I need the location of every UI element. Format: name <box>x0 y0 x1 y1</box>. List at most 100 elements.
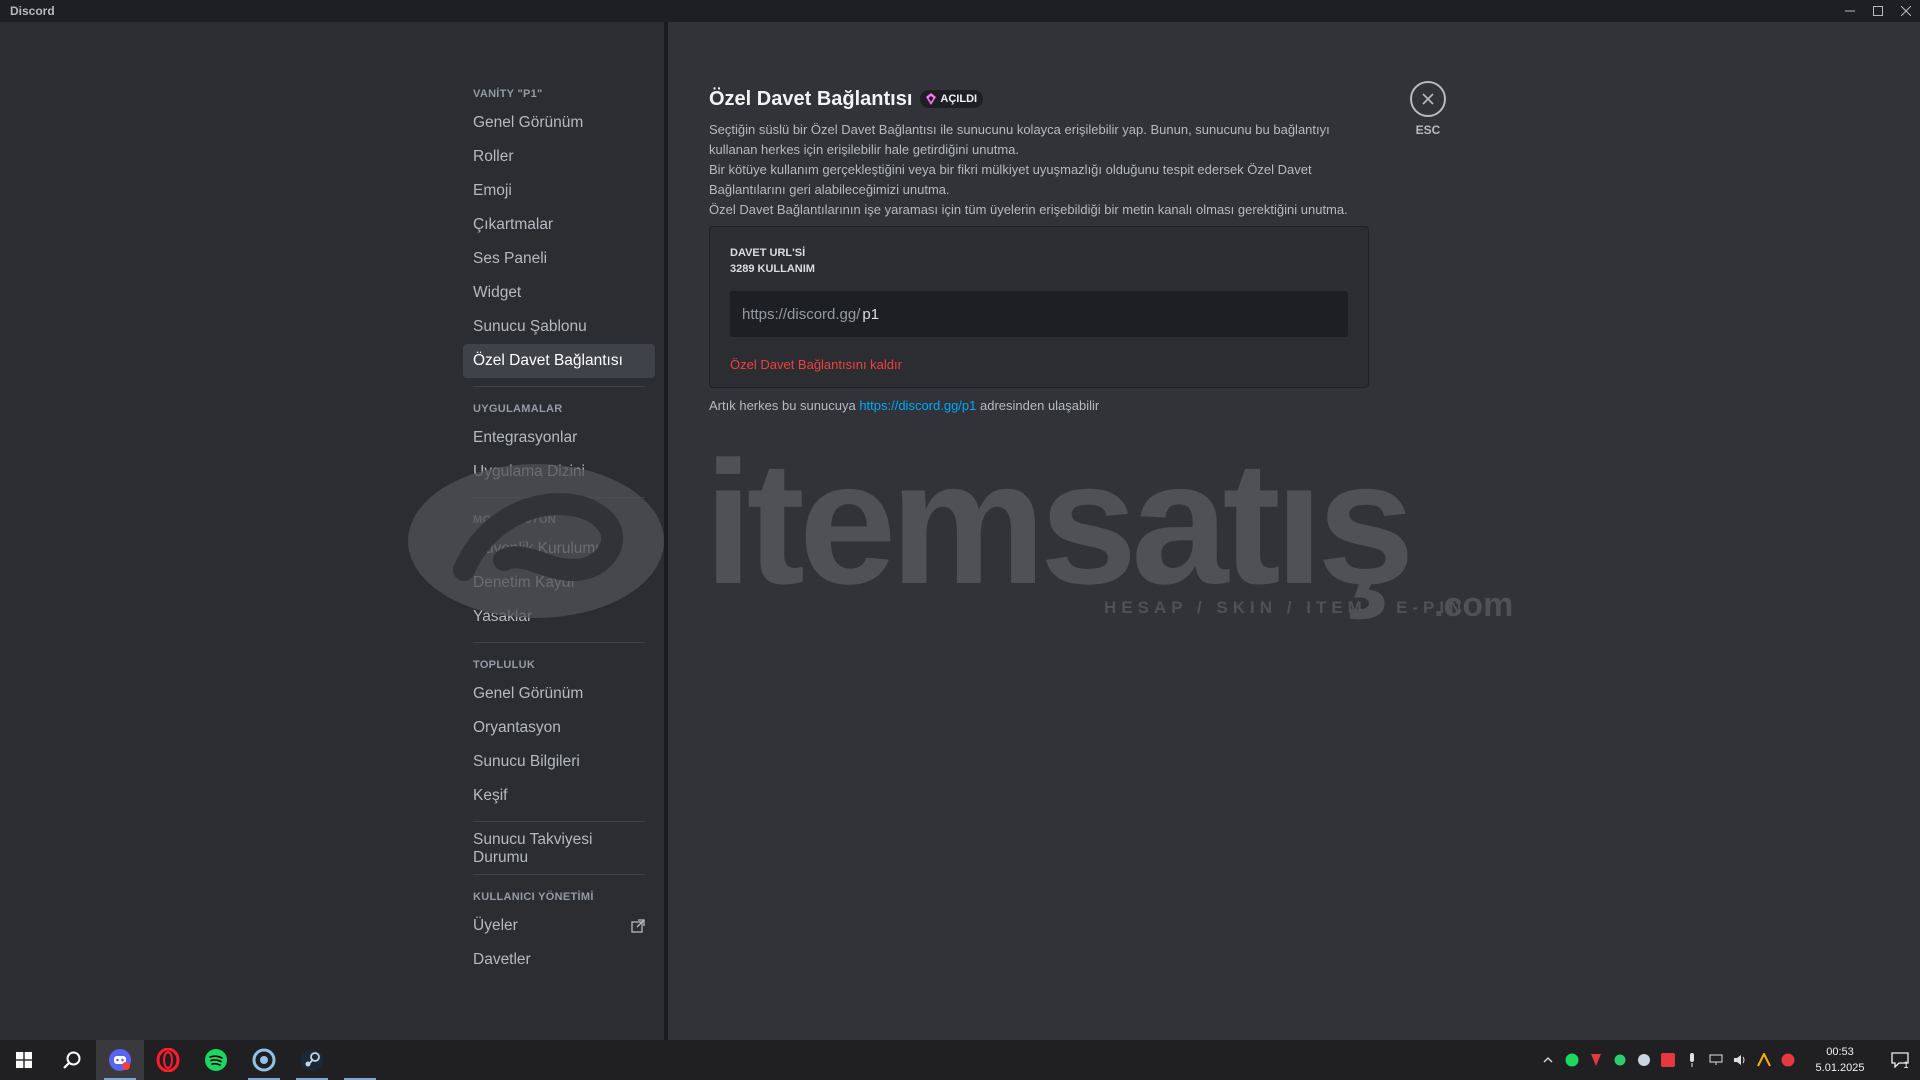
sidebar-divider <box>473 497 645 498</box>
tray-steam[interactable] <box>1632 1040 1656 1080</box>
sidebar-item-label: Keşif <box>473 787 508 804</box>
discord-icon <box>109 1049 131 1071</box>
close-window-button[interactable] <box>1892 0 1920 22</box>
tray-volume[interactable] <box>1728 1040 1752 1080</box>
volume-icon <box>1734 1055 1745 1065</box>
boost-gem-icon <box>926 93 937 105</box>
taskbar: 00:53 5.01.2025 1 <box>0 1040 1920 1080</box>
sidebar-item-roles[interactable]: Roller <box>463 140 655 174</box>
url-prefix: https://discord.gg/ <box>742 305 861 323</box>
sidebar-header-community: TOPLULUK <box>473 659 536 671</box>
sidebar-header-user-management: KULLANICI YÖNETİMİ <box>473 891 594 903</box>
description-line: Bir kötüye kullanım gerçekleştiğini veya… <box>709 162 1312 197</box>
sidebar-item-label: Çıkartmalar <box>473 216 554 233</box>
sidebar-item-label: Sunucu Takviyesi Durumu <box>473 831 593 866</box>
sidebar-item-soundboard[interactable]: Ses Paneli <box>463 242 655 276</box>
sidebar-item-label: Güvenlik Kurulumu <box>473 540 604 557</box>
system-tray: 00:53 5.01.2025 1 <box>1536 1040 1920 1080</box>
clock-time: 00:53 <box>1826 1046 1854 1058</box>
sidebar-item-audit-log[interactable]: Denetim Kaydı <box>463 566 655 600</box>
description-line: Özel Davet Bağlantılarının işe yaraması … <box>709 202 1348 217</box>
badge-label: AÇILDI <box>940 93 978 105</box>
sidebar-header-vanity: VANİTY "P1" <box>473 88 543 100</box>
sidebar-item-widget[interactable]: Widget <box>463 276 655 310</box>
sidebar-item-label: Genel Görünüm <box>473 685 584 702</box>
tray-app-green[interactable] <box>1608 1040 1632 1080</box>
sidebar-item-discovery[interactable]: Keşif <box>463 779 655 813</box>
shield-icon <box>1591 1054 1601 1066</box>
spotify-icon <box>205 1049 227 1071</box>
close-settings-button[interactable] <box>1410 81 1446 117</box>
clock-date: 5.01.2025 <box>1815 1062 1865 1074</box>
footnote-after: adresinden ulaşabilir <box>976 398 1100 413</box>
sidebar-item-overview[interactable]: Genel Görünüm <box>463 106 655 140</box>
vanity-url-link[interactable]: https://discord.gg/p1 <box>859 398 976 413</box>
sidebar-item-label: Üyeler <box>473 917 518 934</box>
close-settings[interactable]: ESC <box>1408 81 1448 137</box>
vanity-url-input[interactable] <box>862 305 1263 323</box>
vanity-url-field[interactable]: https://discord.gg/ <box>730 291 1348 337</box>
notification-center-button[interactable]: 1 <box>1880 1040 1920 1080</box>
settings-content: Özel Davet Bağlantısı AÇILDI Seçtiğin sü… <box>668 22 1920 1040</box>
sidebar-item-integrations[interactable]: Entegrasyonlar <box>463 421 655 455</box>
vanity-url-footnote: Artık herkes bu sunucuya https://discord… <box>709 398 1369 413</box>
sidebar-item-stickers[interactable]: Çıkartmalar <box>463 208 655 242</box>
taskbar-spotify[interactable] <box>192 1040 240 1080</box>
taskbar-app[interactable] <box>240 1040 288 1080</box>
windows-icon <box>16 1052 32 1068</box>
taskbar-empty-slot[interactable] <box>336 1040 384 1080</box>
sidebar-item-app-directory[interactable]: Uygulama Dizini <box>463 455 655 489</box>
search-button[interactable] <box>48 1040 96 1080</box>
remove-vanity-url-link[interactable]: Özel Davet Bağlantısını kaldır <box>730 357 902 372</box>
sidebar-item-members[interactable]: Üyeler <box>463 909 655 943</box>
invite-uses-count: 3289 KULLANIM <box>730 263 815 275</box>
sidebar-item-vanity-url[interactable]: Özel Davet Bağlantısı <box>463 344 655 378</box>
sidebar-item-server-template[interactable]: Sunucu Şablonu <box>463 310 655 344</box>
sidebar-item-label: Ses Paneli <box>473 250 548 267</box>
sidebar-item-invites[interactable]: Davetler <box>463 943 655 977</box>
start-button[interactable] <box>0 1040 48 1080</box>
invite-url-card: DAVET URL'Sİ 3289 KULLANIM https://disco… <box>709 226 1369 388</box>
maximize-icon <box>1873 6 1883 16</box>
taskbar-steam[interactable] <box>288 1040 336 1080</box>
tray-network[interactable] <box>1704 1040 1728 1080</box>
search-icon <box>63 1051 81 1069</box>
sidebar-item-bans[interactable]: Yasaklar <box>463 600 655 634</box>
description-line: Seçtiğin süslü bir Özel Davet Bağlantısı… <box>709 122 1330 157</box>
sidebar-item-label: Uygulama Dizini <box>473 463 585 480</box>
window-controls <box>1836 0 1920 22</box>
app-icon <box>1781 1053 1795 1067</box>
tray-spotify[interactable] <box>1560 1040 1584 1080</box>
description: Seçtiğin süslü bir Özel Davet Bağlantısı… <box>709 120 1369 220</box>
external-link-icon <box>631 919 645 933</box>
tray-expand-button[interactable] <box>1536 1040 1560 1080</box>
clock[interactable]: 00:53 5.01.2025 <box>1800 1044 1880 1076</box>
sidebar-item-boost-status[interactable]: Sunucu Takviyesi Durumu <box>463 831 655 866</box>
minimize-button[interactable] <box>1836 0 1864 22</box>
sidebar-item-onboarding[interactable]: Oryantasyon <box>463 711 655 745</box>
taskbar-discord[interactable] <box>96 1040 144 1080</box>
tray-app-adobe[interactable] <box>1656 1040 1680 1080</box>
page-title-text: Özel Davet Bağlantısı <box>709 87 913 110</box>
app-icon <box>1757 1053 1771 1067</box>
sidebar-item-safety-setup[interactable]: Güvenlik Kurulumu <box>463 532 655 566</box>
close-icon <box>1422 93 1434 105</box>
sidebar-item-emoji[interactable]: Emoji <box>463 174 655 208</box>
tray-app-red-round[interactable] <box>1776 1040 1800 1080</box>
sidebar-item-label: Emoji <box>473 182 512 199</box>
taskbar-opera[interactable] <box>144 1040 192 1080</box>
tray-app-red[interactable] <box>1584 1040 1608 1080</box>
sidebar-item-label: Roller <box>473 148 514 165</box>
sidebar-item-label: Oryantasyon <box>473 719 561 736</box>
sidebar-item-server-insights[interactable]: Sunucu Bilgileri <box>463 745 655 779</box>
tray-app-yellow[interactable] <box>1752 1040 1776 1080</box>
status-dot-icon <box>1614 1054 1626 1066</box>
tray-microphone[interactable] <box>1680 1040 1704 1080</box>
steam-icon <box>301 1049 323 1071</box>
sidebar-header-apps: UYGULAMALAR <box>473 403 563 415</box>
minimize-icon <box>1845 10 1855 12</box>
maximize-button[interactable] <box>1864 0 1892 22</box>
close-icon <box>1901 6 1911 16</box>
sidebar-item-community-overview[interactable]: Genel Görünüm <box>463 677 655 711</box>
settings-sidebar: VANİTY "P1" Genel Görünüm Roller Emoji Ç… <box>0 22 664 1040</box>
